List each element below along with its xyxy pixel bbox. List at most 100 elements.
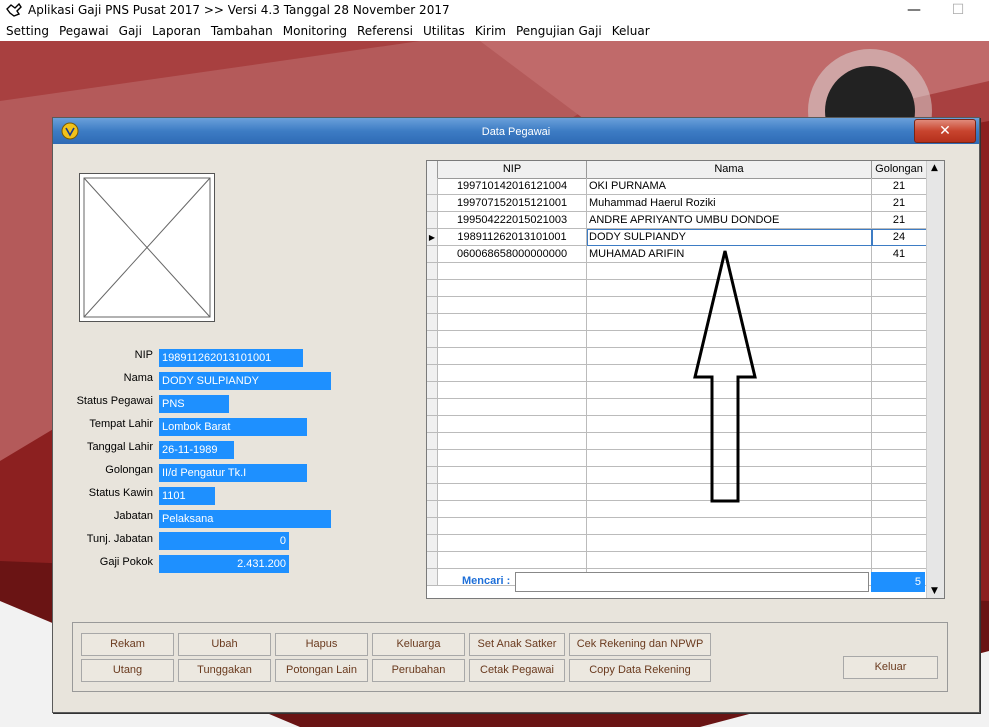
menu-monitoring[interactable]: Monitoring xyxy=(279,24,351,38)
row-indicator[interactable] xyxy=(427,535,438,552)
minimize-button[interactable]: — xyxy=(899,0,929,20)
row-indicator[interactable] xyxy=(427,314,438,331)
row-indicator[interactable] xyxy=(427,467,438,484)
current-row-indicator-icon[interactable]: ▶ xyxy=(427,229,438,246)
row-indicator[interactable] xyxy=(427,212,438,229)
maximize-button[interactable]: ☐ xyxy=(943,0,973,20)
row-indicator[interactable] xyxy=(427,518,438,535)
cell-gol[interactable]: 21 xyxy=(872,212,927,229)
empty-table-row[interactable] xyxy=(427,433,927,450)
cell-gol[interactable] xyxy=(872,399,927,416)
cell-nip[interactable] xyxy=(438,382,587,399)
cell-gol[interactable] xyxy=(872,314,927,331)
cell-nip[interactable] xyxy=(438,433,587,450)
empty-table-row[interactable] xyxy=(427,450,927,467)
row-indicator[interactable] xyxy=(427,246,438,263)
cell-nip[interactable] xyxy=(438,416,587,433)
row-indicator[interactable] xyxy=(427,178,438,195)
row-indicator[interactable] xyxy=(427,569,438,586)
cell-gol[interactable] xyxy=(872,416,927,433)
empty-table-row[interactable] xyxy=(427,518,927,535)
cell-gol[interactable] xyxy=(872,552,927,569)
empty-table-row[interactable] xyxy=(427,535,927,552)
empty-table-row[interactable] xyxy=(427,263,927,280)
empty-table-row[interactable] xyxy=(427,467,927,484)
rekam-button[interactable]: Rekam xyxy=(81,633,174,656)
cell-nip[interactable] xyxy=(438,331,587,348)
tunggakan-button[interactable]: Tunggakan xyxy=(178,659,271,682)
cell-nama[interactable]: OKI PURNAMA xyxy=(587,178,872,195)
row-indicator[interactable] xyxy=(427,195,438,212)
utang-button[interactable]: Utang xyxy=(81,659,174,682)
row-indicator[interactable] xyxy=(427,280,438,297)
cell-nip[interactable] xyxy=(438,552,587,569)
search-input[interactable] xyxy=(515,572,869,592)
cell-gol[interactable] xyxy=(872,484,927,501)
cek-rekening-npwp-button[interactable]: Cek Rekening dan NPWP xyxy=(569,633,711,656)
empty-table-row[interactable] xyxy=(427,416,927,433)
cell-nama[interactable]: Muhammad Haerul Roziki xyxy=(587,195,872,212)
cell-nama[interactable] xyxy=(587,518,872,535)
hapus-button[interactable]: Hapus xyxy=(275,633,368,656)
empty-table-row[interactable] xyxy=(427,382,927,399)
cell-gol[interactable] xyxy=(872,263,927,280)
row-indicator[interactable] xyxy=(427,416,438,433)
row-indicator[interactable] xyxy=(427,450,438,467)
cell-nip[interactable] xyxy=(438,399,587,416)
cell-nip[interactable]: 199710142016121004 xyxy=(438,178,587,195)
cell-nip[interactable] xyxy=(438,501,587,518)
cell-nip[interactable] xyxy=(438,450,587,467)
cell-gol[interactable] xyxy=(872,280,927,297)
empty-table-row[interactable] xyxy=(427,331,927,348)
cell-nip[interactable] xyxy=(438,535,587,552)
scroll-up-icon[interactable]: ▲ xyxy=(931,163,938,173)
empty-table-row[interactable] xyxy=(427,297,927,314)
cell-nip[interactable] xyxy=(438,263,587,280)
cell-nama[interactable] xyxy=(587,552,872,569)
cell-nip[interactable] xyxy=(438,314,587,331)
menu-utilitas[interactable]: Utilitas xyxy=(419,24,469,38)
cell-gol[interactable] xyxy=(872,348,927,365)
cell-gol[interactable]: 24 xyxy=(872,229,927,246)
cell-nip[interactable]: 060068658000000000 xyxy=(438,246,587,263)
menu-pengujian-gaji[interactable]: Pengujian Gaji xyxy=(512,24,606,38)
menu-setting[interactable]: Setting xyxy=(2,24,53,38)
cell-gol[interactable] xyxy=(872,433,927,450)
cell-gol[interactable] xyxy=(872,467,927,484)
table-row[interactable]: 060068658000000000 MUHAMAD ARIFIN 41 xyxy=(427,246,927,263)
cell-gol[interactable] xyxy=(872,297,927,314)
row-indicator[interactable] xyxy=(427,552,438,569)
cell-nip[interactable]: 199504222015021003 xyxy=(438,212,587,229)
cell-nip[interactable] xyxy=(438,518,587,535)
row-indicator[interactable] xyxy=(427,297,438,314)
cell-nip[interactable] xyxy=(438,484,587,501)
potongan-lain-button[interactable]: Potongan Lain xyxy=(275,659,368,682)
menu-keluar[interactable]: Keluar xyxy=(608,24,654,38)
cell-nip[interactable] xyxy=(438,348,587,365)
cell-gol[interactable] xyxy=(872,331,927,348)
grid-scrollbar[interactable]: ▲ ▼ xyxy=(926,161,944,598)
header-nama[interactable]: Nama xyxy=(587,161,872,178)
table-row[interactable]: 199707152015121001 Muhammad Haerul Roziki… xyxy=(427,195,927,212)
menu-tambahan[interactable]: Tambahan xyxy=(207,24,277,38)
table-row[interactable]: 199504222015021003 ANDRE APRIYANTO UMBU D… xyxy=(427,212,927,229)
cell-gol[interactable] xyxy=(872,382,927,399)
empty-table-row[interactable] xyxy=(427,280,927,297)
perubahan-button[interactable]: Perubahan xyxy=(372,659,465,682)
cell-gol[interactable]: 41 xyxy=(872,246,927,263)
cell-gol[interactable] xyxy=(872,450,927,467)
row-indicator[interactable] xyxy=(427,399,438,416)
table-row[interactable]: ▶ 198911262013101001 DODY SULPIANDY 24 xyxy=(427,229,927,246)
keluarga-button[interactable]: Keluarga xyxy=(372,633,465,656)
menu-gaji[interactable]: Gaji xyxy=(115,24,146,38)
cell-nip[interactable] xyxy=(438,365,587,382)
menu-referensi[interactable]: Referensi xyxy=(353,24,417,38)
cell-gol[interactable]: 21 xyxy=(872,195,927,212)
cetak-pegawai-button[interactable]: Cetak Pegawai xyxy=(469,659,565,682)
cell-nama[interactable]: ANDRE APRIYANTO UMBU DONDOE xyxy=(587,212,872,229)
row-indicator[interactable] xyxy=(427,382,438,399)
row-indicator[interactable] xyxy=(427,348,438,365)
cell-nip[interactable] xyxy=(438,280,587,297)
row-indicator[interactable] xyxy=(427,484,438,501)
row-indicator[interactable] xyxy=(427,263,438,280)
